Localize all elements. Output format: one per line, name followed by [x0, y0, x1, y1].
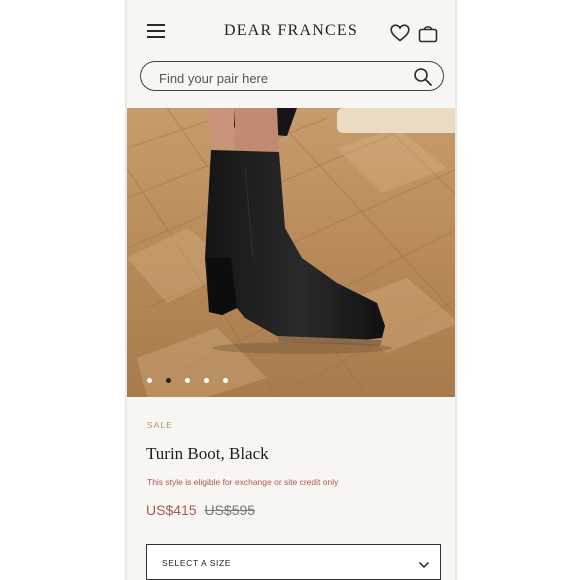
search-input[interactable] [157, 68, 401, 88]
size-select[interactable]: SELECT A SIZE [146, 544, 441, 580]
phone-screen: DEAR FRANCES Find your pair here SALE Tu… [125, 0, 457, 580]
chevron-down-icon [418, 557, 430, 569]
price: US$415 US$595 [146, 502, 255, 518]
search-bar[interactable] [140, 61, 444, 91]
product-image[interactable] [127, 108, 455, 397]
sale-price: US$415 [146, 502, 197, 518]
carousel-dot[interactable] [185, 378, 190, 383]
sale-badge: SALE [147, 420, 173, 430]
carousel-dot[interactable] [204, 378, 209, 383]
product-title: Turin Boot, Black [146, 444, 269, 463]
size-select-label: SELECT A SIZE [162, 558, 232, 568]
search-icon[interactable] [413, 67, 433, 87]
policy-note: This style is eligible for exchange or s… [147, 477, 339, 487]
heart-icon[interactable] [390, 24, 410, 42]
header: DEAR FRANCES [127, 0, 455, 60]
carousel-dots [147, 378, 228, 383]
shopping-bag-icon[interactable] [418, 24, 438, 43]
carousel-dot[interactable] [223, 378, 228, 383]
carousel-dot-active[interactable] [166, 378, 171, 383]
carousel-dot[interactable] [147, 378, 152, 383]
original-price: US$595 [204, 502, 256, 518]
